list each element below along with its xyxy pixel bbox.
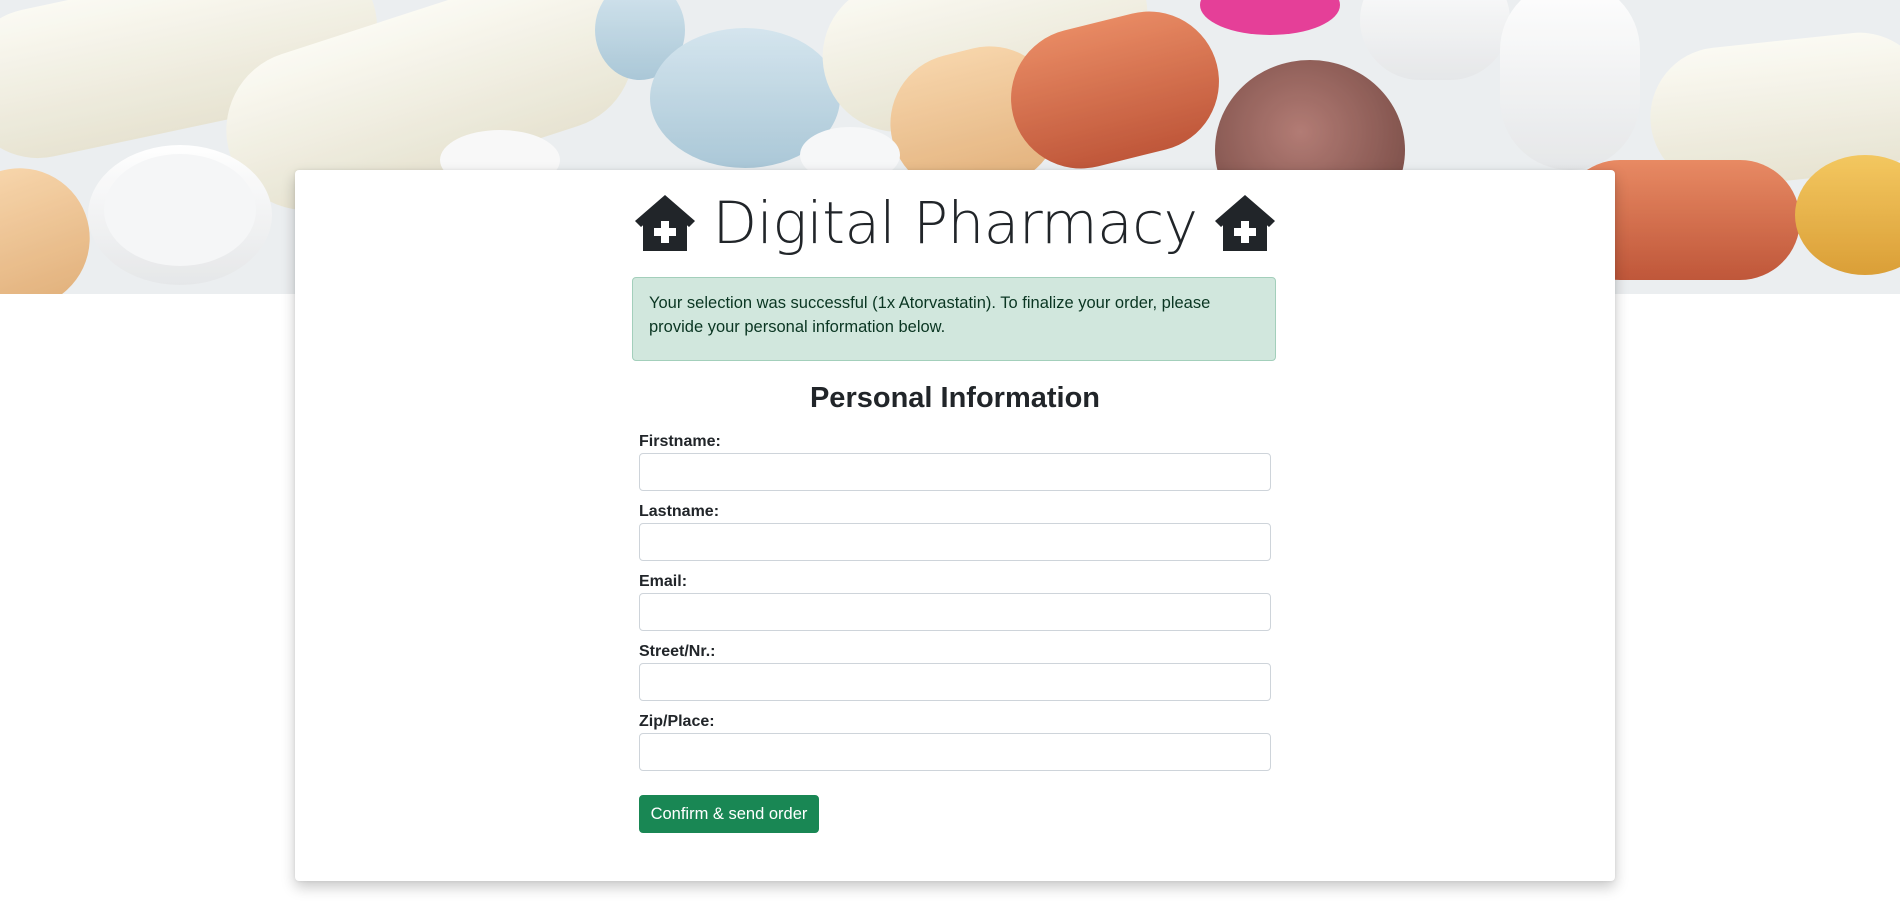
confirm-send-order-button[interactable]: Confirm & send order bbox=[639, 795, 819, 833]
page-title: Digital Pharmacy bbox=[712, 189, 1198, 257]
pharmacy-home-icon bbox=[1215, 195, 1276, 251]
lastname-input[interactable] bbox=[639, 523, 1271, 561]
email-label: Email: bbox=[639, 573, 688, 590]
zip-place-input[interactable] bbox=[639, 733, 1271, 771]
zip-place-label: Zip/Place: bbox=[639, 713, 715, 730]
street-input[interactable] bbox=[639, 663, 1271, 701]
street-label: Street/Nr.: bbox=[639, 643, 716, 660]
success-alert: Your selection was successful (1x Atorva… bbox=[632, 277, 1276, 361]
order-form-card: Digital Pharmacy Your selection was succ… bbox=[295, 170, 1615, 881]
pharmacy-home-icon bbox=[634, 195, 695, 251]
lastname-label: Lastname: bbox=[639, 503, 720, 520]
email-input[interactable] bbox=[639, 593, 1271, 631]
firstname-label: Firstname: bbox=[639, 433, 721, 450]
form-heading: Personal Information bbox=[809, 382, 1101, 414]
firstname-input[interactable] bbox=[639, 453, 1271, 491]
header: Digital Pharmacy bbox=[295, 188, 1615, 258]
